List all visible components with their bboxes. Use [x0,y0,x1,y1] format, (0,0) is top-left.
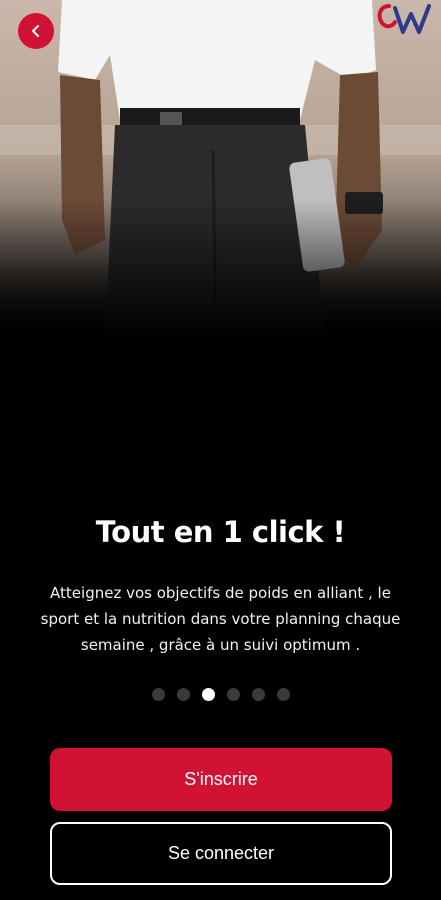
page-description: Atteignez vos objectifs de poids en alli… [40,584,401,654]
pagination-dot-2[interactable] [176,688,190,701]
signup-button-label: S'inscrire [184,769,258,789]
hero-image [0,0,441,340]
pagination-dot-3-active[interactable] [201,688,215,701]
pagination-dot-1[interactable] [151,688,165,701]
page-title: Tout en 1 click ! [95,515,346,549]
signup-button[interactable]: S'inscrire [50,748,392,811]
brand-logo [377,4,431,34]
pagination-dots [0,688,441,701]
pagination-dot-6[interactable] [276,688,290,701]
back-button[interactable] [18,13,54,49]
pagination-dot-5[interactable] [251,688,265,701]
login-button[interactable]: Se connecter [50,822,392,885]
hero-photo [0,0,441,340]
login-button-label: Se connecter [167,843,275,863]
pagination-dot-4[interactable] [226,688,240,701]
chevron-left-icon [32,25,39,37]
